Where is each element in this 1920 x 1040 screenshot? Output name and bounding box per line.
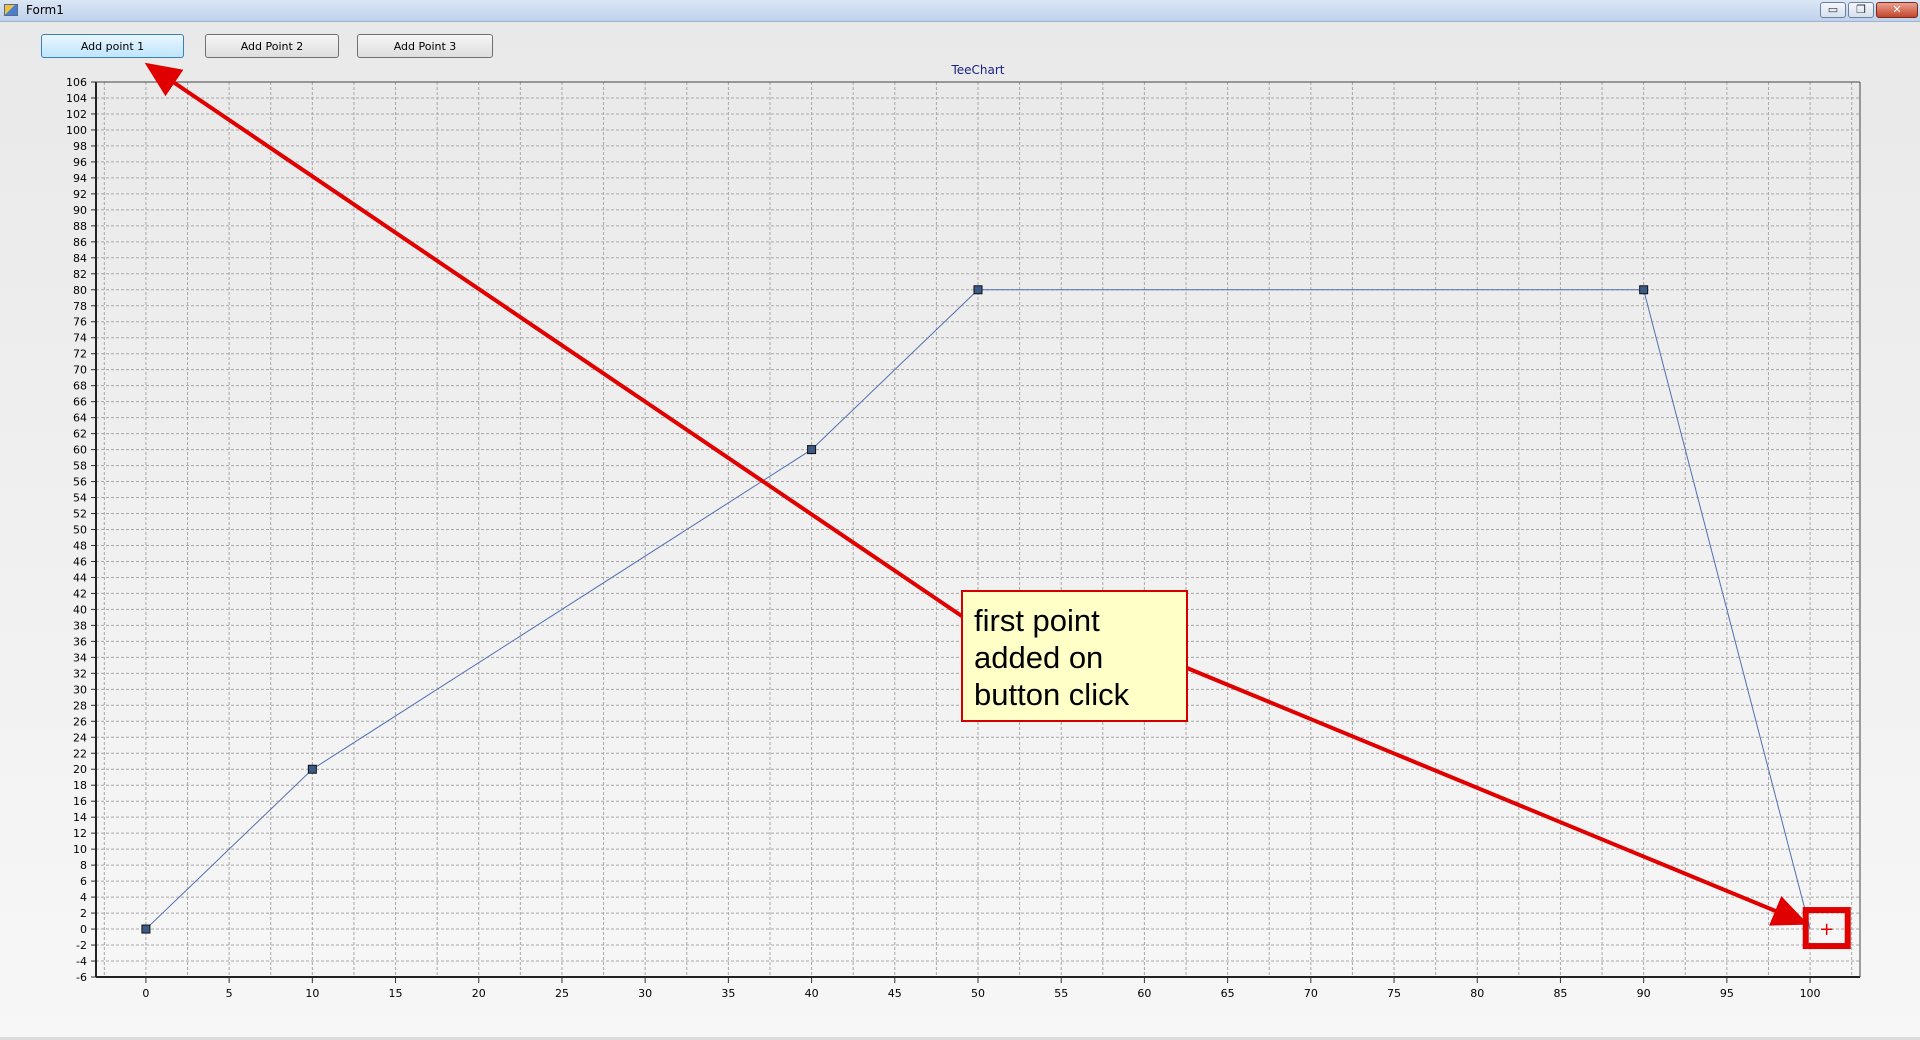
y-tick-label: 24 — [73, 731, 87, 744]
y-tick-label: 76 — [73, 316, 87, 329]
y-tick-label: 48 — [73, 539, 87, 552]
new-point-marker: + — [1819, 919, 1834, 940]
y-tick-label: 90 — [73, 204, 87, 217]
x-tick-label: 85 — [1553, 987, 1567, 1000]
x-tick-label: 40 — [805, 987, 819, 1000]
y-tick-label: 98 — [73, 140, 87, 153]
y-tick-label: 44 — [73, 571, 87, 584]
y-tick-label: -6 — [76, 971, 87, 984]
x-tick-label: 60 — [1137, 987, 1151, 1000]
y-tick-label: 86 — [73, 236, 87, 249]
x-tick-label: 20 — [472, 987, 486, 1000]
x-tick-label: 100 — [1800, 987, 1821, 1000]
arrow-to-point — [1186, 666, 1809, 926]
y-tick-label: 8 — [80, 859, 87, 872]
y-tick-label: 14 — [73, 811, 87, 824]
data-point-marker — [307, 764, 317, 774]
y-tick-label: 100 — [66, 124, 87, 137]
x-tick-label: 45 — [888, 987, 902, 1000]
y-tick-label: -2 — [76, 939, 87, 952]
y-tick-label: 4 — [80, 891, 87, 904]
x-tick-label: 50 — [971, 987, 985, 1000]
y-tick-label: 38 — [73, 619, 87, 632]
y-tick-label: 28 — [73, 699, 87, 712]
y-tick-label: 102 — [66, 108, 87, 121]
y-tick-label: 12 — [73, 827, 87, 840]
y-tick-label: 18 — [73, 779, 87, 792]
close-button[interactable]: ✕ — [1876, 2, 1918, 18]
y-tick-label: 66 — [73, 396, 87, 409]
x-tick-label: 65 — [1221, 987, 1235, 1000]
data-point-marker — [141, 924, 151, 934]
x-tick-label: 30 — [638, 987, 652, 1000]
data-point-marker — [973, 285, 983, 295]
x-tick-label: 70 — [1304, 987, 1318, 1000]
x-tick-label: 0 — [142, 987, 149, 1000]
grid-lines: -6-4-20246810121416182022242628303234363… — [66, 76, 1860, 1000]
y-tick-label: 82 — [73, 268, 87, 281]
y-tick-label: 22 — [73, 747, 87, 760]
y-tick-label: 50 — [73, 524, 87, 537]
y-tick-label: 74 — [73, 332, 87, 345]
y-tick-label: 68 — [73, 380, 87, 393]
app-icon — [4, 4, 18, 16]
y-tick-label: 104 — [66, 92, 87, 105]
x-tick-label: 5 — [226, 987, 233, 1000]
y-tick-label: 6 — [80, 875, 87, 888]
y-tick-label: 70 — [73, 364, 87, 377]
minimize-button[interactable]: ▭ — [1820, 2, 1846, 18]
data-point-marker — [1639, 285, 1649, 295]
y-tick-label: 20 — [73, 763, 87, 776]
x-tick-label: 90 — [1637, 987, 1651, 1000]
y-tick-label: 32 — [73, 667, 87, 680]
y-tick-label: 78 — [73, 300, 87, 313]
x-tick-label: 10 — [305, 987, 319, 1000]
x-tick-label: 15 — [389, 987, 403, 1000]
maximize-button[interactable]: ❐ — [1848, 2, 1874, 18]
y-tick-label: 84 — [73, 252, 87, 265]
y-tick-label: 30 — [73, 683, 87, 696]
y-tick-label: 106 — [66, 76, 87, 89]
x-tick-label: 35 — [721, 987, 735, 1000]
chart-title: TeeChart — [950, 63, 1004, 77]
callout-text-line: first point — [974, 603, 1100, 638]
y-tick-label: 46 — [73, 555, 87, 568]
y-tick-label: 42 — [73, 587, 87, 600]
y-tick-label: 72 — [73, 348, 87, 361]
data-point-marker — [807, 445, 817, 455]
chart[interactable]: TeeChart-6-4-202468101214161820222426283… — [0, 22, 1920, 1032]
title-bar: Form1 ▭ ❐ ✕ — [0, 0, 1920, 22]
y-tick-label: 10 — [73, 843, 87, 856]
y-tick-label: 64 — [73, 412, 87, 425]
callout-text-line: button click — [974, 677, 1130, 712]
y-tick-label: 26 — [73, 715, 87, 728]
y-tick-label: 0 — [80, 923, 87, 936]
y-tick-label: 94 — [73, 172, 87, 185]
x-tick-label: 25 — [555, 987, 569, 1000]
x-tick-label: 95 — [1720, 987, 1734, 1000]
y-tick-label: 88 — [73, 220, 87, 233]
y-tick-label: 96 — [73, 156, 87, 169]
callout-text-line: added on — [974, 640, 1103, 675]
y-tick-label: 2 — [80, 907, 87, 920]
window-title: Form1 — [26, 3, 64, 17]
y-tick-label: 40 — [73, 603, 87, 616]
y-tick-label: 52 — [73, 508, 87, 521]
y-tick-label: 58 — [73, 460, 87, 473]
y-tick-label: 80 — [73, 284, 87, 297]
x-tick-label: 80 — [1470, 987, 1484, 1000]
y-tick-label: 34 — [73, 651, 87, 664]
y-tick-label: 62 — [73, 428, 87, 441]
x-tick-label: 55 — [1054, 987, 1068, 1000]
y-tick-label: 54 — [73, 492, 87, 505]
x-tick-label: 75 — [1387, 987, 1401, 1000]
y-tick-label: -4 — [76, 955, 87, 968]
y-tick-label: 36 — [73, 635, 87, 648]
y-tick-label: 16 — [73, 795, 87, 808]
y-tick-label: 92 — [73, 188, 87, 201]
y-tick-label: 60 — [73, 444, 87, 457]
y-tick-label: 56 — [73, 476, 87, 489]
